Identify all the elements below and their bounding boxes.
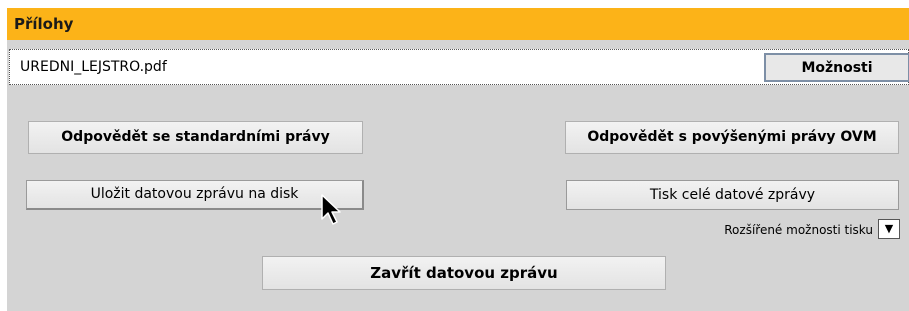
reply-standard-button[interactable]: Odpovědět se standardními právy bbox=[28, 121, 363, 154]
arrow-cursor-icon bbox=[321, 194, 341, 225]
attachments-header: Přílohy bbox=[7, 8, 909, 40]
extended-print-label: Rozšířené možnosti tisku bbox=[724, 223, 873, 237]
print-message-button[interactable]: Tisk celé datové zprávy bbox=[566, 180, 899, 210]
extended-print-dropdown[interactable]: ▼ bbox=[878, 219, 900, 239]
attachment-row[interactable]: UREDNI_LEJSTRO.pdf Možnosti bbox=[9, 49, 909, 85]
close-message-button[interactable]: Zavřít datovou zprávu bbox=[262, 256, 666, 290]
reply-ovm-button[interactable]: Odpovědět s povýšenými právy OVM bbox=[565, 121, 899, 154]
options-button[interactable]: Možnosti bbox=[764, 53, 909, 82]
attachment-file-name[interactable]: UREDNI_LEJSTRO.pdf bbox=[20, 50, 167, 84]
message-panel: Přílohy UREDNI_LEJSTRO.pdf Možnosti Odpo… bbox=[7, 8, 909, 311]
triangle-down-icon: ▼ bbox=[884, 222, 894, 235]
save-to-disk-button[interactable]: Uložit datovou zprávu na disk bbox=[26, 180, 364, 210]
